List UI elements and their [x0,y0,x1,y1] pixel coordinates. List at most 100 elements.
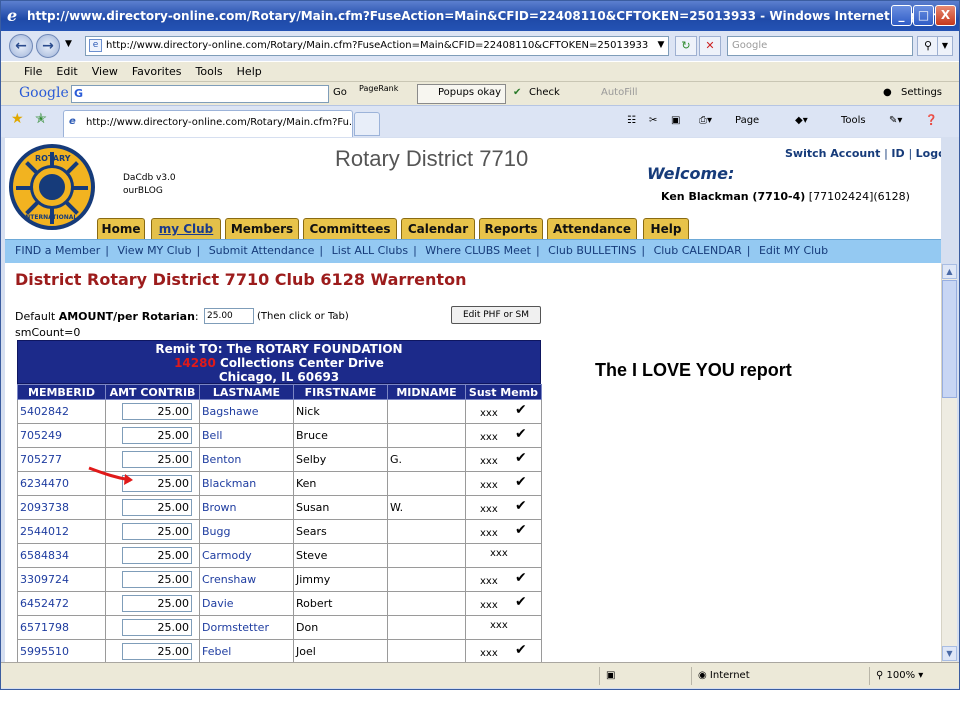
browser-tab-active[interactable]: e http://www.directory-online.com/Rotary… [63,110,353,137]
member-id-link[interactable]: 6584834 [20,549,69,562]
lastname-link[interactable]: Blackman [202,477,256,490]
settings-button[interactable]: Settings [901,87,942,98]
address-row: ← → ▼ e http://www.directory-online.com/… [1,31,959,61]
menu-tools[interactable]: Tools [189,62,230,78]
scroll-down-icon[interactable]: ▼ [942,646,957,661]
member-id-link[interactable]: 6234470 [20,477,69,490]
back-button[interactable]: ← [9,34,33,58]
favorites-star-icon[interactable]: ★ [11,111,24,127]
subnav-club-bulletins[interactable]: Club BULLETINS [543,244,641,257]
stop-icon[interactable]: ✕ [699,36,721,56]
address-dropdown-icon[interactable]: ▼ [653,36,669,56]
subnav-find-member[interactable]: FIND a Member [5,244,105,257]
tab-calendar[interactable]: Calendar [401,218,475,240]
subnav-where-clubs-meet[interactable]: Where CLUBS Meet [420,244,536,257]
amount-input[interactable]: 25.00 [122,499,192,516]
safety-icon[interactable]: ◆▾ [795,115,808,126]
lastname-link[interactable]: Bagshawe [202,405,258,418]
scroll-up-icon[interactable]: ▲ [942,264,957,279]
search-options-icon[interactable]: ▼ [937,36,953,56]
new-tab-button[interactable] [354,112,380,136]
minimize-button[interactable]: _ [891,5,912,26]
add-favorite-icon[interactable]: ✭ [35,111,47,127]
tab-reports[interactable]: Reports [479,218,543,240]
dacdb-version[interactable]: DaCdb v3.0 [123,172,176,185]
help-icon[interactable]: ❓ [925,115,937,126]
amount-input[interactable]: 25.00 [122,547,192,564]
forward-button[interactable]: → [36,34,60,58]
close-button[interactable]: X [935,5,956,26]
subnav-submit-attendance[interactable]: Submit Attendance [204,244,320,257]
address-input[interactable]: e http://www.directory-online.com/Rotary… [85,36,669,56]
autofill-button[interactable]: AutoFill [601,87,638,98]
amount-input[interactable]: 25.00 [122,619,192,636]
default-amount-input[interactable]: 25.00 [204,308,254,324]
lastname-link[interactable]: Febel [202,645,231,658]
maximize-button[interactable]: □ [913,5,934,26]
menu-favorites[interactable]: Favorites [125,62,189,78]
scroll-thumb[interactable] [942,280,957,398]
amount-input[interactable]: 25.00 [122,523,192,540]
menu-file[interactable]: File [17,62,49,78]
vertical-scrollbar[interactable]: ▲ ▼ [941,264,957,662]
member-id-link[interactable]: 2544012 [20,525,69,538]
refresh-icon[interactable]: ↻ [675,36,697,56]
lastname-link[interactable]: Carmody [202,549,252,562]
member-id-link[interactable]: 6571798 [20,621,69,634]
tab-committees[interactable]: Committees [303,218,397,240]
search-input[interactable]: Google [727,36,913,56]
lastname-link[interactable]: Benton [202,453,241,466]
tab-home[interactable]: Home [97,218,145,240]
menu-view[interactable]: View [85,62,125,78]
member-id-link[interactable]: 6452472 [20,597,69,610]
tools-menu[interactable]: Tools [841,115,866,126]
edit-phf-button[interactable]: Edit PHF or SM [451,306,541,324]
switch-account-link[interactable]: Switch Account [785,147,880,160]
tab-members[interactable]: Members [225,218,299,240]
amount-input[interactable]: 25.00 [122,571,192,588]
research-icon[interactable]: ✎▾ [889,115,902,126]
rss-icon[interactable]: ☷ [627,115,636,126]
cut-icon[interactable]: ✂ [649,115,657,126]
subnav-edit-my-club[interactable]: Edit MY Club [754,244,833,257]
lastname-link[interactable]: Bell [202,429,222,442]
menu-help[interactable]: Help [230,62,269,78]
member-id-link[interactable]: 5995510 [20,645,69,658]
zoom-segment[interactable]: ⚲ 100% ▾ [869,667,955,685]
tab-attendance[interactable]: Attendance [547,218,637,240]
history-dropdown-icon[interactable]: ▼ [65,39,72,49]
subnav-club-calendar[interactable]: Club CALENDAR [649,244,747,257]
subnav-list-all-clubs[interactable]: List ALL Clubs [327,244,413,257]
print-icon[interactable]: ⎙▾ [699,115,712,126]
settings-icon[interactable]: ● [883,87,892,98]
lastname-link[interactable]: Davie [202,597,234,610]
lastname-link[interactable]: Crenshaw [202,573,256,586]
member-id-link[interactable]: 705249 [20,429,62,442]
lastname-link[interactable]: Dormstetter [202,621,269,634]
pagerank-indicator[interactable]: PageRank [359,84,398,93]
clipboard-icon[interactable]: ▣ [671,115,680,126]
amount-input[interactable]: 25.00 [122,427,192,444]
lastname-link[interactable]: Brown [202,501,237,514]
member-id-link[interactable]: 5402842 [20,405,69,418]
member-id-link[interactable]: 2093738 [20,501,69,514]
member-id-link[interactable]: 705277 [20,453,62,466]
amount-input[interactable]: 25.00 [122,403,192,420]
popups-button[interactable]: Popups okay [417,84,506,104]
go-button[interactable]: Go [333,87,347,98]
check-button[interactable]: Check [529,87,560,98]
member-id-link[interactable]: 3309724 [20,573,69,586]
logout-link[interactable]: Logout [916,147,941,160]
ourblog-link[interactable]: ourBLOG [123,185,176,198]
amount-input[interactable]: 25.00 [122,595,192,612]
id-link[interactable]: ID [891,147,904,160]
subnav-view-my-club[interactable]: View MY Club [112,244,196,257]
menu-edit[interactable]: Edit [49,62,84,78]
amount-input[interactable]: 25.00 [122,643,192,660]
search-icon[interactable]: ⚲ [917,36,939,56]
google-search-input[interactable]: G [71,85,329,103]
tab-help[interactable]: Help [643,218,689,240]
tab-my-club[interactable]: my Club [151,218,221,240]
lastname-link[interactable]: Bugg [202,525,230,538]
page-menu[interactable]: Page [735,115,759,126]
